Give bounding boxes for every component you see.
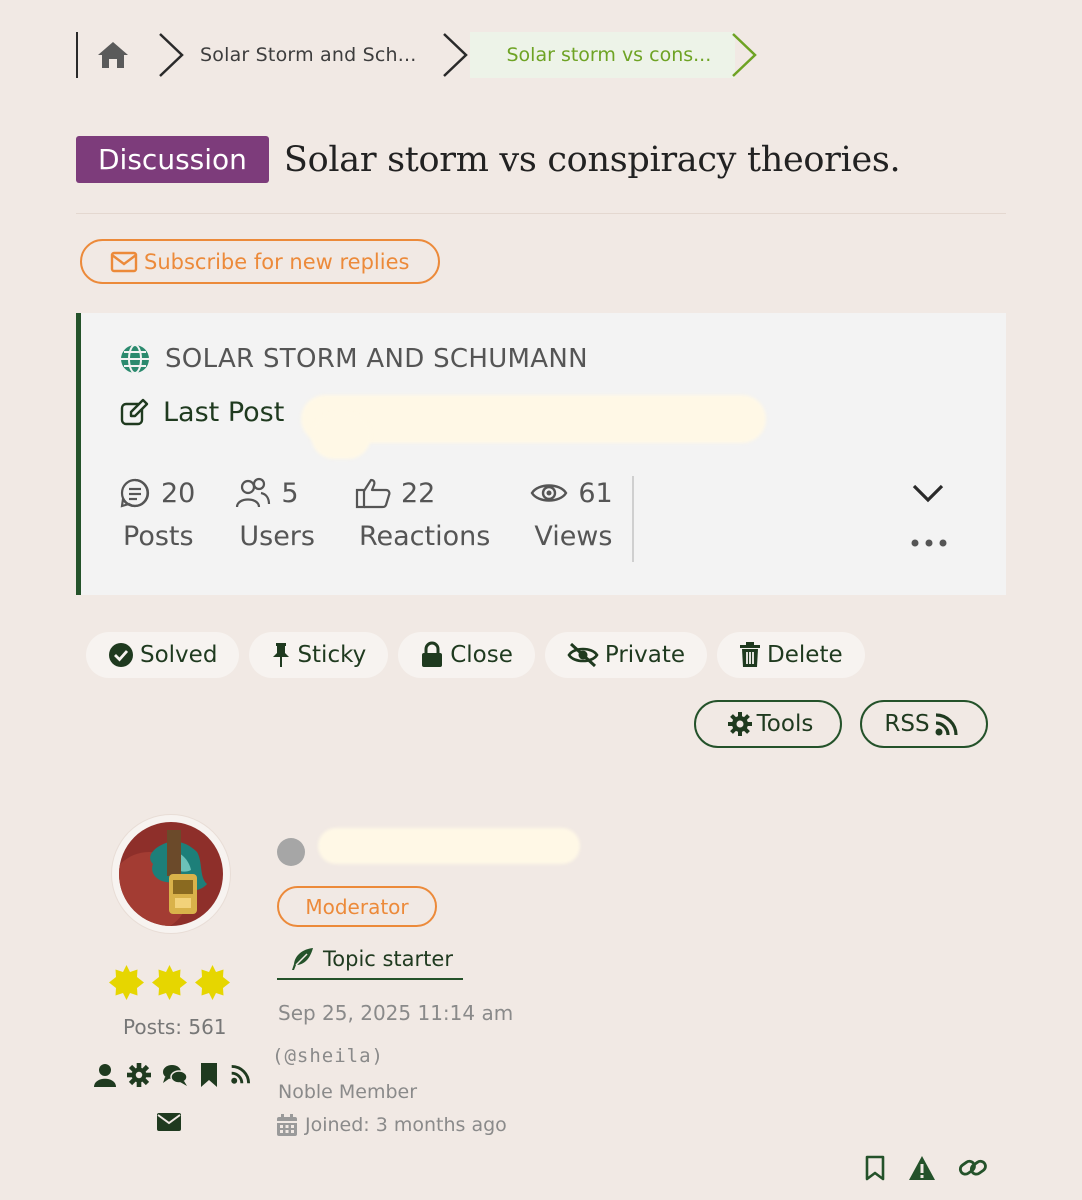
topic-info-panel: SOLAR STORM AND SCHUMANN Last Post 20 Po… (76, 313, 1006, 595)
rss-button[interactable]: RSS (860, 700, 988, 748)
globe-icon (121, 344, 149, 374)
tools-label: Tools (756, 711, 814, 737)
topic-stats: 20 Posts 5 Users 22 Reactions 61 Views (119, 473, 653, 552)
forum-name: SOLAR STORM AND SCHUMANN (165, 344, 588, 374)
breadcrumb-chevron-icon (443, 33, 469, 77)
bookmark-post-icon[interactable] (864, 1155, 886, 1181)
chevron-down-icon[interactable] (911, 481, 945, 505)
joined-date: Joined: 3 months ago (277, 1114, 507, 1136)
breadcrumb-chevron-icon (159, 33, 184, 77)
redaction (311, 413, 371, 459)
stats-divider (632, 476, 634, 562)
envelope-icon (110, 251, 138, 272)
post-date[interactable]: Sep 25, 2025 11:14 am (278, 1001, 513, 1025)
stat-reactions-value: 22 (400, 477, 436, 509)
copy-link-icon[interactable] (958, 1155, 988, 1181)
rss-label: RSS (884, 711, 930, 737)
moderation-actions: Solved Sticky Close Private Delete (86, 632, 875, 678)
page-title: Solar storm vs conspiracy theories. (283, 139, 901, 180)
pin-icon (273, 643, 290, 667)
report-warning-icon[interactable] (908, 1155, 936, 1181)
sticky-label: Sticky (297, 642, 367, 668)
lock-icon (422, 641, 443, 667)
role-label: Moderator (305, 894, 409, 919)
breadcrumb: Solar Storm and Sch... Solar storm vs co… (76, 30, 759, 80)
breadcrumb-item-forum[interactable]: Solar Storm and Sch... (200, 44, 416, 66)
star-icon (195, 965, 230, 1000)
trash-icon (740, 642, 761, 667)
stat-posts: 20 Posts (119, 473, 195, 552)
author-post-count: Posts: 561 (123, 1015, 227, 1039)
forum-link[interactable]: SOLAR STORM AND SCHUMANN (119, 343, 588, 375)
close-button[interactable]: Close (398, 632, 535, 678)
author-username: (@sheila) (272, 1045, 384, 1067)
online-status-indicator (277, 838, 305, 866)
avatar[interactable] (112, 815, 230, 933)
users-icon (236, 477, 271, 508)
stat-users: 5 Users (235, 473, 315, 552)
role-badge: Moderator (277, 886, 437, 927)
private-label: Private (604, 642, 686, 668)
breadcrumb-home[interactable] (96, 30, 136, 80)
stat-views-value: 61 (578, 477, 613, 509)
redaction (318, 828, 580, 864)
solved-button[interactable]: Solved (86, 632, 240, 678)
posts-icon (120, 478, 150, 508)
account-settings-icon[interactable] (127, 1063, 151, 1087)
breadcrumb-divider (76, 32, 78, 78)
breadcrumb-item-current[interactable]: Solar storm vs cons... (470, 32, 736, 78)
stat-views-label: Views (534, 521, 613, 552)
profile-icon[interactable] (94, 1063, 116, 1087)
member-rank: Noble Member (278, 1081, 418, 1103)
topic-starter-label: Topic starter (323, 947, 453, 971)
topic-type-badge: Discussion (76, 136, 269, 183)
stat-views: 61 Views (530, 473, 613, 552)
edit-icon (120, 398, 149, 425)
star-icon (152, 965, 187, 1000)
gear-icon (727, 712, 752, 736)
subscriptions-rss-icon[interactable] (230, 1063, 252, 1087)
stat-users-value: 5 (281, 477, 299, 509)
rank-stars (108, 964, 237, 1001)
stat-users-label: Users (239, 521, 315, 552)
tools-button[interactable]: Tools (694, 700, 842, 748)
home-icon (98, 42, 128, 68)
joined-label: Joined: 3 months ago (305, 1114, 507, 1136)
bookmark-icon[interactable] (199, 1063, 219, 1087)
rss-icon (935, 713, 958, 736)
last-post-label: Last Post (163, 397, 285, 428)
author-links (94, 1063, 263, 1087)
eye-slash-icon (567, 642, 599, 668)
breadcrumb-current-chevron-icon (732, 33, 758, 77)
star-icon (109, 965, 144, 1000)
delete-button[interactable]: Delete (717, 632, 865, 678)
sticky-button[interactable]: Sticky (249, 632, 389, 678)
breadcrumb-current-label: Solar storm vs cons... (506, 44, 712, 66)
topic-starter-badge: Topic starter (277, 940, 463, 980)
avatar-image (119, 822, 223, 926)
delete-label: Delete (767, 642, 843, 668)
more-options-icon[interactable] (909, 537, 949, 549)
last-post-link[interactable]: Last Post (119, 397, 284, 428)
envelope-icon[interactable] (157, 1113, 181, 1135)
calendar-icon (277, 1114, 297, 1136)
feather-icon (292, 948, 313, 970)
check-circle-icon (109, 643, 133, 667)
stat-reactions-label: Reactions (358, 521, 491, 552)
stat-posts-value: 20 (161, 477, 196, 509)
subscribe-label: Subscribe for new replies (144, 249, 410, 274)
solved-label: Solved (140, 642, 218, 668)
private-button[interactable]: Private (544, 632, 708, 678)
close-label: Close (450, 642, 513, 668)
activity-comments-icon[interactable] (162, 1063, 188, 1087)
thumbs-up-icon (355, 478, 391, 509)
eye-icon (530, 484, 568, 502)
post-tools (864, 1155, 1010, 1181)
stat-posts-label: Posts (123, 521, 194, 552)
title-divider (76, 213, 1006, 214)
subscribe-button[interactable]: Subscribe for new replies (80, 239, 440, 284)
topic-header: Discussion Solar storm vs conspiracy the… (76, 136, 901, 183)
stat-reactions: 22 Reactions (355, 473, 490, 552)
